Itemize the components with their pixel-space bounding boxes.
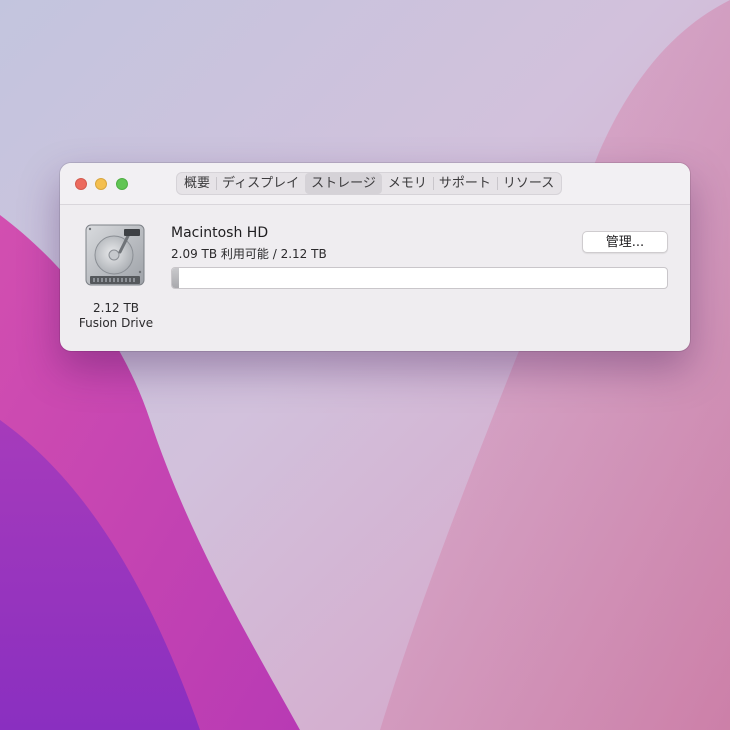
manage-button[interactable]: 管理... [582,231,668,253]
disk-type: Fusion Drive [78,316,154,330]
tab-support[interactable]: サポート [432,173,497,194]
close-button[interactable] [75,178,87,190]
tab-overview[interactable]: 概要 [178,173,216,194]
hard-drive-icon [85,224,145,286]
desktop: 概要 ディスプレイ ストレージ メモリ サポート リソース 2.12 TB Fu… [0,0,730,730]
disk-capacity: 2.12 TB [92,301,140,315]
storage-usage-bar [171,267,668,289]
volume-name: Macintosh HD [171,225,269,241]
storage-usage-fill [172,268,179,288]
about-this-mac-window: 概要 ディスプレイ ストレージ メモリ サポート リソース 2.12 TB Fu… [60,163,690,351]
volume-usage: 2.09 TB 利用可能 / 2.12 TB [171,247,327,261]
tab-storage[interactable]: ストレージ [305,173,382,194]
title-bar: 概要 ディスプレイ ストレージ メモリ サポート リソース [60,163,690,205]
tab-memory[interactable]: メモリ [382,173,433,194]
storage-pane: 2.12 TB Fusion Drive Macintosh HD 2.09 T… [60,205,690,351]
tab-resources[interactable]: リソース [496,173,560,194]
zoom-button[interactable] [116,178,128,190]
tab-displays[interactable]: ディスプレイ [216,173,305,194]
wallpaper [0,0,730,730]
tab-bar: 概要 ディスプレイ ストレージ メモリ サポート リソース [176,172,563,195]
minimize-button[interactable] [95,178,107,190]
